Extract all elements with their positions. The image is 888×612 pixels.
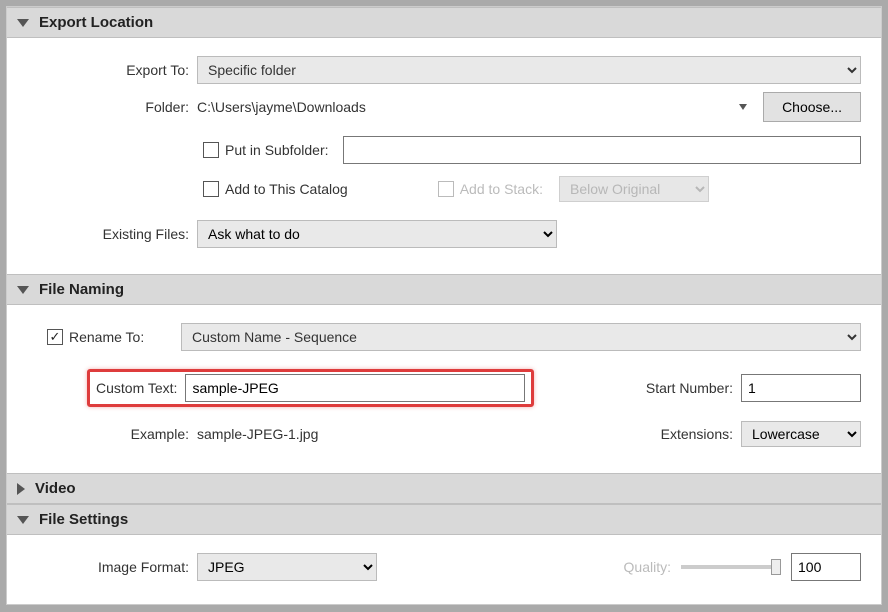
add-to-catalog-checkbox[interactable] [203, 181, 219, 197]
quality-input[interactable] [791, 553, 861, 581]
existing-files-label: Existing Files: [27, 226, 197, 242]
disclosure-triangle-icon [17, 516, 29, 524]
subfolder-input[interactable] [343, 136, 861, 164]
extensions-select[interactable]: Lowercase [741, 421, 861, 447]
section-header-video[interactable]: Video [7, 473, 881, 504]
rename-to-checkbox[interactable]: ✓ [47, 329, 63, 345]
extensions-label: Extensions: [661, 426, 733, 442]
folder-label: Folder: [27, 99, 197, 115]
section-title: Export Location [39, 14, 153, 31]
folder-path: C:\Users\jayme\Downloads [197, 99, 733, 115]
export-to-select[interactable]: Specific folder [197, 56, 861, 84]
rename-to-label: Rename To: [69, 329, 181, 345]
existing-files-select[interactable]: Ask what to do [197, 220, 557, 248]
custom-text-highlight: Custom Text: [87, 369, 534, 407]
section-body-file-settings: Image Format: JPEG Quality: [7, 535, 881, 581]
put-in-subfolder-checkbox[interactable] [203, 142, 219, 158]
image-format-select[interactable]: JPEG [197, 553, 377, 581]
export-dialog: Export Location Export To: Specific fold… [6, 6, 882, 605]
add-to-stack-label: Add to Stack: [460, 181, 543, 197]
choose-folder-button[interactable]: Choose... [763, 92, 861, 122]
section-header-file-settings[interactable]: File Settings [7, 504, 881, 535]
image-format-label: Image Format: [27, 559, 197, 575]
start-number-input[interactable] [741, 374, 861, 402]
section-body-file-naming: ✓ Rename To: Custom Name - Sequence Cust… [7, 305, 881, 473]
custom-text-label: Custom Text: [96, 380, 185, 396]
disclosure-triangle-icon [17, 483, 25, 495]
slider-thumb-icon [771, 559, 781, 575]
section-header-export-location[interactable]: Export Location [7, 7, 881, 38]
quality-label: Quality: [624, 559, 671, 575]
example-label: Example: [27, 426, 197, 442]
custom-text-input[interactable] [185, 374, 525, 402]
add-to-stack-select: Below Original [559, 176, 709, 202]
disclosure-triangle-icon [17, 19, 29, 27]
folder-path-dropdown-icon[interactable] [739, 104, 747, 110]
add-to-stack-checkbox [438, 181, 454, 197]
put-in-subfolder-label: Put in Subfolder: [225, 142, 329, 158]
rename-template-select[interactable]: Custom Name - Sequence [181, 323, 861, 351]
disclosure-triangle-icon [17, 286, 29, 294]
example-value: sample-JPEG-1.jpg [197, 426, 318, 442]
section-title: File Naming [39, 281, 124, 298]
section-header-file-naming[interactable]: File Naming [7, 274, 881, 305]
section-title: File Settings [39, 511, 128, 528]
section-body-export-location: Export To: Specific folder Folder: C:\Us… [7, 38, 881, 274]
start-number-label: Start Number: [646, 380, 733, 396]
add-to-catalog-label: Add to This Catalog [225, 181, 348, 197]
section-title: Video [35, 480, 76, 497]
export-to-label: Export To: [27, 62, 197, 78]
quality-slider[interactable] [681, 565, 781, 569]
